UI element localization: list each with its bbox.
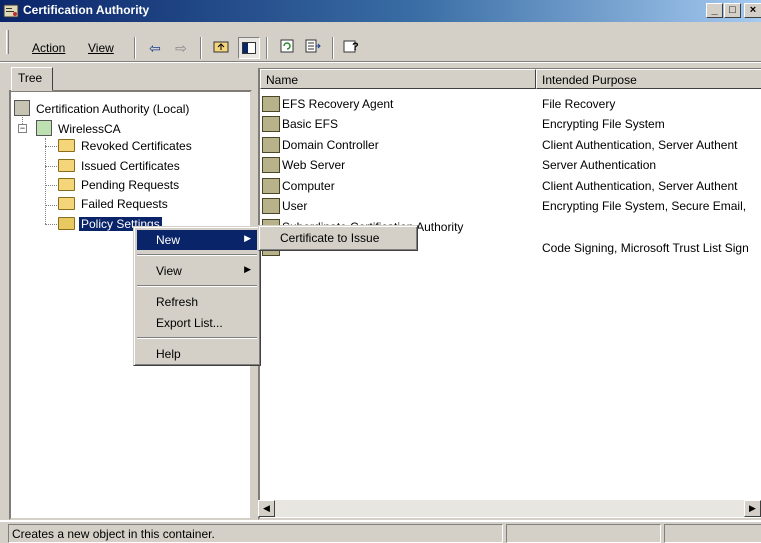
- list-item[interactable]: Basic EFS Encrypting File System: [262, 114, 761, 134]
- tree-node-ca[interactable]: WirelessCA: [36, 120, 123, 136]
- status-panel: [664, 524, 761, 543]
- certificate-template-icon: [262, 96, 280, 112]
- toolbar-separator: [200, 37, 202, 59]
- folder-icon: [58, 139, 75, 152]
- list-item[interactable]: Computer Client Authentication, Server A…: [262, 176, 761, 196]
- refresh-icon[interactable]: [276, 37, 298, 59]
- tree-node-revoked[interactable]: Revoked Certificates: [58, 139, 194, 153]
- certificate-template-icon: [262, 116, 280, 132]
- up-folder-icon[interactable]: [210, 37, 232, 59]
- list-item[interactable]: User Encrypting File System, Secure Emai…: [262, 196, 761, 216]
- certificate-template-icon: [262, 157, 280, 173]
- maximize-button[interactable]: □: [724, 3, 741, 18]
- column-header-purpose[interactable]: Intended Purpose: [536, 69, 761, 89]
- folder-icon: [58, 159, 75, 172]
- scroll-left-icon[interactable]: ◀: [258, 500, 275, 517]
- list-item[interactable]: Domain Controller Client Authentication,…: [262, 135, 761, 155]
- new-submenu: Certificate to Issue: [258, 225, 418, 251]
- menu-item-new[interactable]: New ▶: [137, 230, 257, 250]
- menu-item-certificate-to-issue[interactable]: Certificate to Issue: [262, 228, 414, 248]
- menu-item-view[interactable]: View ▶: [137, 261, 257, 281]
- folder-icon: [58, 197, 75, 210]
- submenu-arrow-icon: ▶: [244, 233, 251, 243]
- close-button[interactable]: ×: [744, 3, 761, 18]
- tree-node-failed[interactable]: Failed Requests: [58, 197, 170, 211]
- status-text: Creates a new object in this container.: [8, 524, 503, 543]
- collapse-toggle[interactable]: −: [18, 124, 27, 133]
- tree-line: [45, 166, 57, 167]
- horizontal-scrollbar[interactable]: ◀ ▶: [258, 500, 761, 517]
- menu-action[interactable]: Action: [32, 41, 65, 55]
- tree-node-issued[interactable]: Issued Certificates: [58, 159, 182, 173]
- show-tree-icon[interactable]: [238, 37, 260, 59]
- title-bar: Certification Authority _ □ ×: [0, 0, 761, 22]
- toolbar-separator: [266, 37, 268, 59]
- tree-node-pending[interactable]: Pending Requests: [58, 178, 181, 192]
- toolbar-separator: [134, 37, 136, 59]
- menu-toolbar: Action View ⇦ ⇨ ?: [0, 22, 761, 62]
- export-list-icon[interactable]: [302, 37, 324, 59]
- forward-arrow-icon[interactable]: ⇨: [170, 37, 192, 59]
- tree-node-root[interactable]: Certification Authority (Local): [14, 100, 191, 116]
- status-panel: [506, 524, 661, 543]
- window-title: Certification Authority: [23, 3, 150, 17]
- column-header-name[interactable]: Name: [260, 69, 536, 89]
- list-item[interactable]: Web Server Server Authentication: [262, 155, 761, 175]
- menu-item-refresh[interactable]: Refresh: [137, 292, 257, 312]
- folder-icon: [58, 178, 75, 191]
- tree-line: [45, 138, 46, 224]
- certificate-template-icon: [262, 198, 280, 214]
- scroll-right-icon[interactable]: ▶: [744, 500, 761, 517]
- submenu-arrow-icon: ▶: [244, 264, 251, 274]
- certificate-authority-app-icon: [3, 3, 19, 19]
- certificate-authority-icon: [14, 100, 30, 116]
- menu-separator: [137, 337, 257, 339]
- status-bar: Creates a new object in this container.: [0, 522, 761, 543]
- ca-server-icon: [36, 120, 52, 136]
- tree-line: [45, 224, 57, 225]
- certificate-template-icon: [262, 178, 280, 194]
- minimize-button[interactable]: _: [706, 3, 723, 18]
- svg-text:?: ?: [352, 41, 359, 53]
- tab-tree[interactable]: Tree: [11, 67, 53, 91]
- menu-separator: [137, 254, 257, 256]
- tree-line: [45, 185, 57, 186]
- context-menu: New ▶ View ▶ Refresh Export List... Help: [133, 226, 261, 366]
- certificate-template-icon: [262, 137, 280, 153]
- toolbar-separator: [332, 37, 334, 59]
- open-folder-icon: [58, 217, 75, 230]
- menu-item-export-list[interactable]: Export List...: [137, 313, 257, 333]
- toolbar-grip[interactable]: [6, 30, 9, 54]
- menu-view[interactable]: View: [88, 41, 114, 55]
- tree-line: [45, 205, 57, 206]
- menu-separator: [137, 285, 257, 287]
- menu-item-help[interactable]: Help: [137, 344, 257, 364]
- help-icon[interactable]: ?: [340, 37, 362, 59]
- tree-line: [45, 146, 57, 147]
- back-arrow-icon[interactable]: ⇦: [144, 37, 166, 59]
- list-item[interactable]: EFS Recovery Agent File Recovery: [262, 94, 761, 114]
